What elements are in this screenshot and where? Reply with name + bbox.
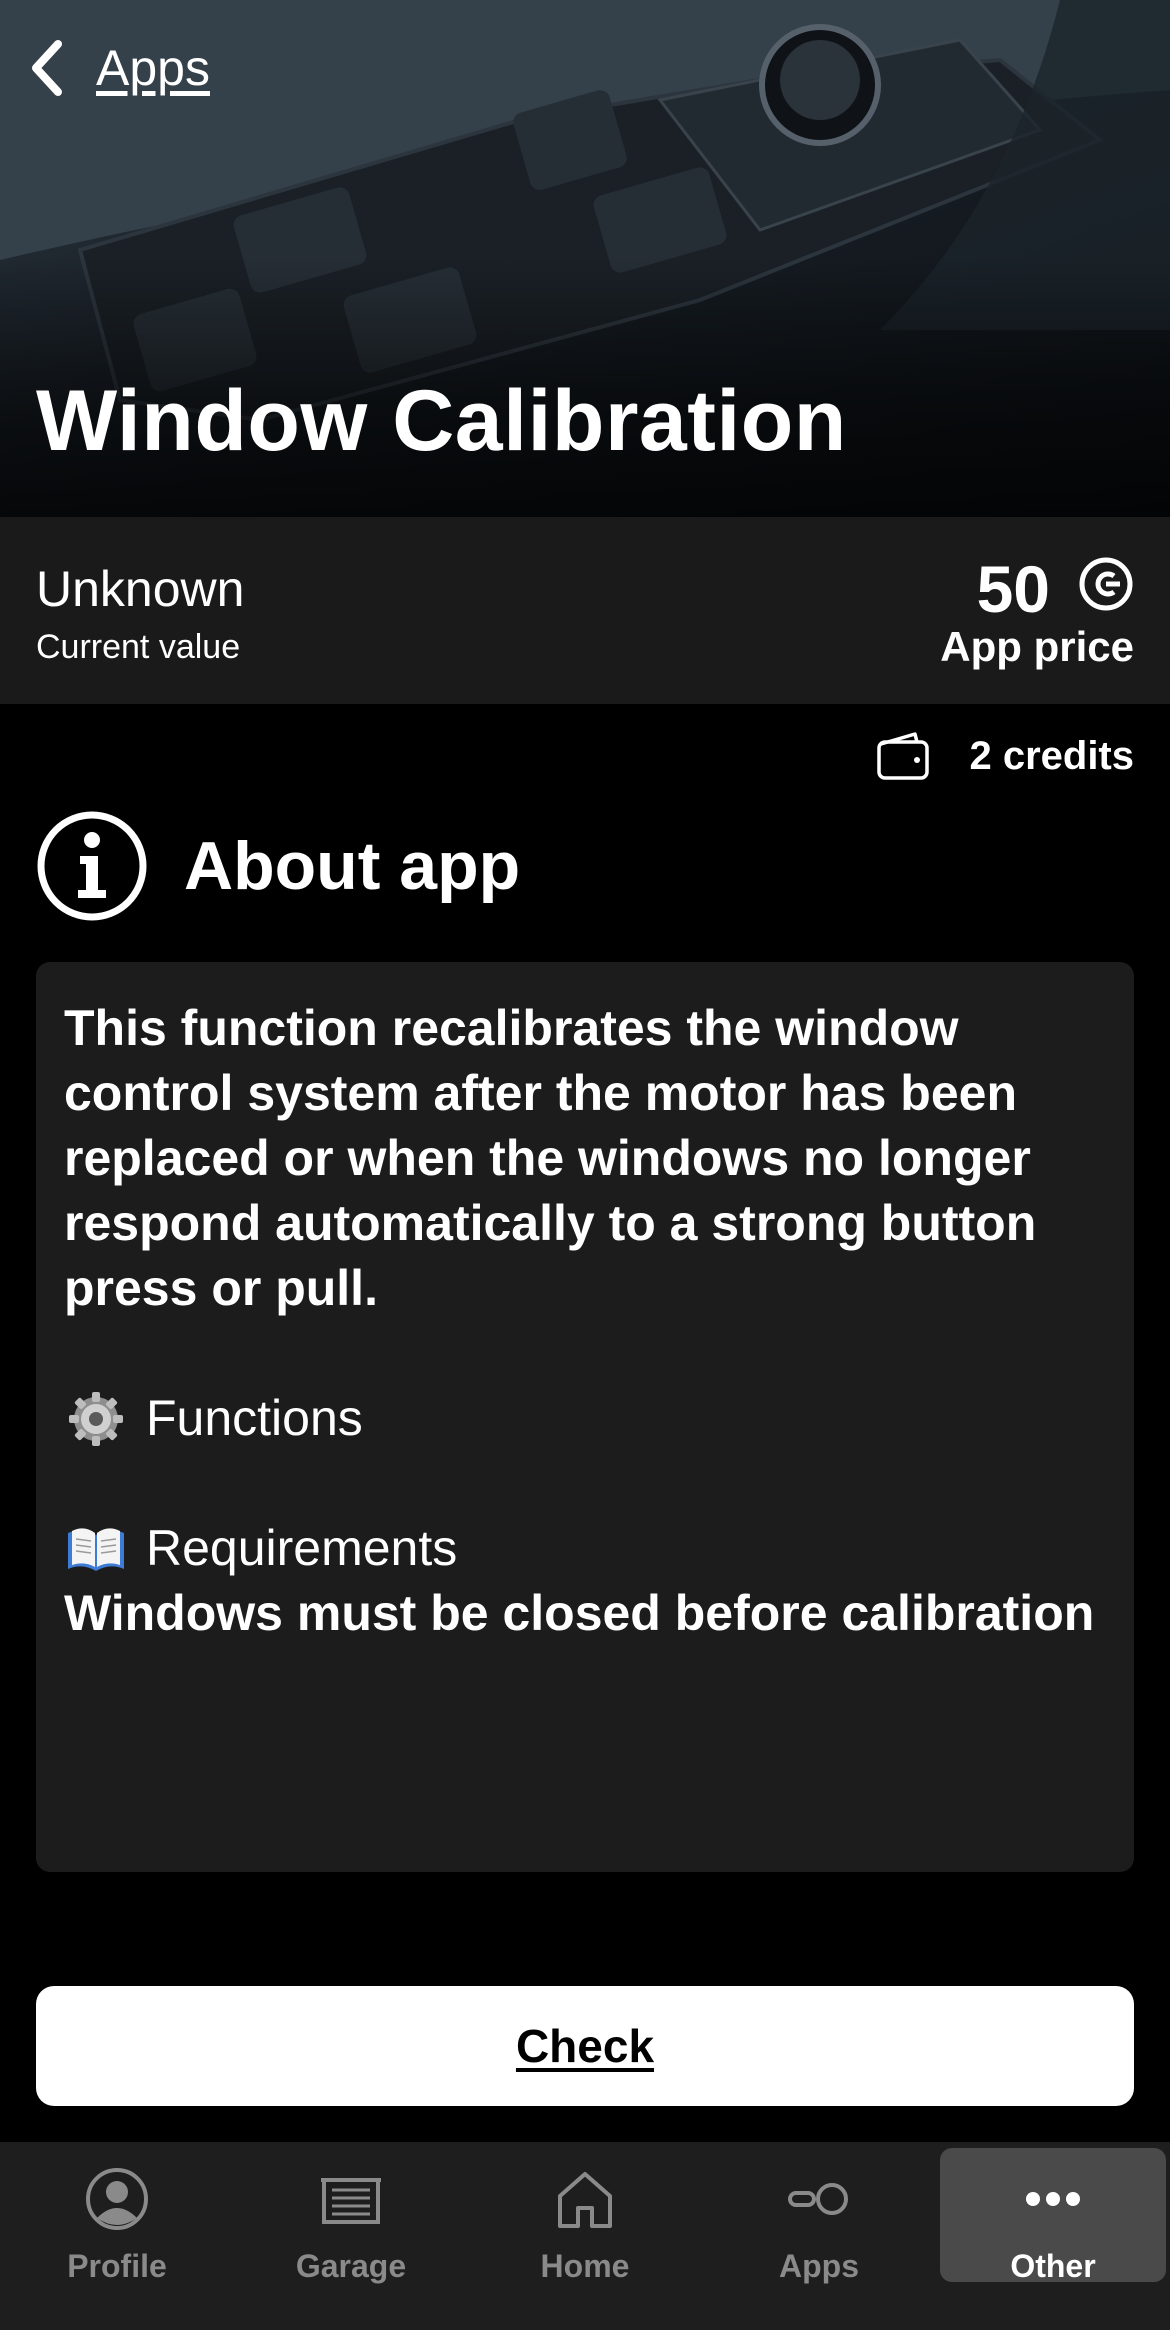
garage-icon bbox=[321, 2178, 381, 2224]
app-price-value: 50 bbox=[976, 552, 1050, 626]
app-price-label: App price bbox=[940, 623, 1134, 670]
current-value-label: Current value bbox=[36, 628, 241, 666]
credits-balance: 2 credits bbox=[875, 730, 1134, 782]
description-card: This function recalibrates the window co… bbox=[36, 962, 1134, 1872]
functions-label: Functions bbox=[146, 1390, 363, 1446]
info-icon bbox=[37, 811, 147, 921]
current-value: Unknown bbox=[36, 561, 245, 617]
back-button[interactable]: Apps bbox=[26, 30, 220, 106]
coin-icon bbox=[1079, 557, 1133, 611]
more-icon bbox=[1026, 2192, 1080, 2206]
tab-home[interactable]: Home bbox=[468, 2142, 702, 2330]
home-icon bbox=[558, 2172, 612, 2228]
bottom-tab-bar: Profile Garage Home Apps Other bbox=[0, 2142, 1170, 2330]
check-button-label[interactable]: Check bbox=[516, 2019, 654, 2073]
apps-icon bbox=[788, 2183, 848, 2215]
tab-apps[interactable]: Apps bbox=[702, 2142, 936, 2330]
hero-banner: Apps Window Calibration bbox=[0, 0, 1170, 517]
about-header: About app bbox=[36, 810, 520, 922]
page-title: Window Calibration bbox=[36, 373, 847, 469]
description-text: This function recalibrates the window co… bbox=[64, 1000, 1037, 1316]
profile-icon bbox=[86, 2168, 148, 2230]
tab-other[interactable]: Other bbox=[936, 2142, 1170, 2330]
tab-profile[interactable]: Profile bbox=[0, 2142, 234, 2330]
tab-other-label: Other bbox=[1010, 2248, 1096, 2284]
chevron-left-icon bbox=[32, 40, 62, 96]
tab-home-label: Home bbox=[540, 2248, 630, 2284]
tab-apps-label: Apps bbox=[779, 2248, 859, 2284]
credits-text: 2 credits bbox=[969, 733, 1134, 778]
tab-garage-label: Garage bbox=[295, 2248, 407, 2284]
requirements-heading: Requirements bbox=[64, 1516, 1106, 1581]
open-book-icon bbox=[68, 1527, 124, 1571]
check-button[interactable]: Check bbox=[36, 1986, 1134, 2106]
wallet-icon bbox=[877, 732, 930, 780]
back-label[interactable]: Apps bbox=[96, 39, 210, 97]
functions-heading: Functions bbox=[64, 1386, 1106, 1451]
gear-icon bbox=[69, 1391, 123, 1446]
about-title: About app bbox=[184, 828, 521, 904]
requirements-text: Windows must be closed before calibratio… bbox=[64, 1585, 1095, 1641]
tab-profile-label: Profile bbox=[67, 2248, 167, 2284]
tab-garage[interactable]: Garage bbox=[234, 2142, 468, 2330]
requirements-label: Requirements bbox=[146, 1520, 458, 1576]
